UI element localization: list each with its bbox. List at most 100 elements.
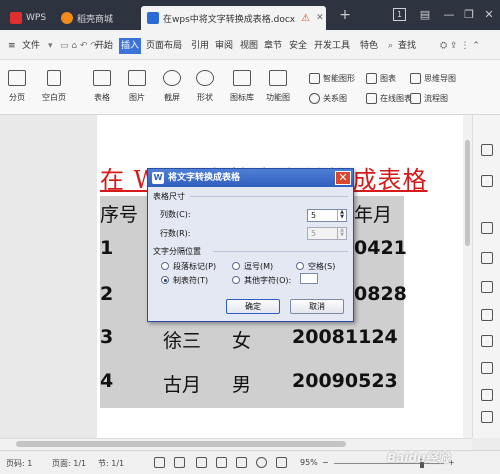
table-cell: 2 [100,283,114,305]
search-button[interactable]: 查找 [398,38,416,54]
table-cell: 男 [232,374,252,396]
radio-paragraph-label: 段落标记(P) [173,262,217,271]
tab-document[interactable]: 在wps中将文字转换成表格.docx ⚠ ✕ [141,6,326,30]
radio-comma[interactable] [232,262,240,270]
web-view-icon[interactable] [256,457,267,468]
menu-security[interactable]: 安全 [289,38,307,54]
radio-other[interactable] [232,276,240,284]
menu-developer[interactable]: 开发工具 [314,38,350,54]
other-char-input[interactable] [300,273,318,284]
smart-art-icon [309,73,320,84]
track-icon[interactable] [174,457,185,468]
share-icon[interactable] [481,309,493,321]
reading-view-icon[interactable] [236,457,247,468]
page-break-button[interactable]: 分页 [8,70,26,103]
fit-icon[interactable] [154,457,165,468]
table-cell: 古月 [163,374,202,396]
cancel-button[interactable]: 取消 [290,299,344,314]
restore-icon[interactable]: ❐ [462,8,476,22]
vertical-scroll-thumb[interactable] [465,140,470,246]
separator-group-label: 文字分隔位置 [153,247,201,256]
blank-page-button[interactable]: 空白页 [42,70,66,103]
export-icon[interactable] [481,335,493,347]
close-window-icon[interactable]: ✕ [482,8,496,22]
table-size-group-label: 表格尺寸 [153,192,185,201]
page-count-badge[interactable]: 1 [393,8,406,21]
menu-view[interactable]: 视图 [240,38,258,54]
menu-file-arrow-icon[interactable]: ▾ [48,38,53,54]
function-chart-button[interactable]: 功能图 [266,70,290,103]
menu-insert[interactable]: 插入 [119,38,142,54]
table-cell: 序号 [100,204,139,226]
table-cell: 1 [100,237,114,259]
radio-space-label: 空格(S) [308,262,336,271]
screenshot-button[interactable]: 截屏 [163,70,181,103]
chart-button[interactable]: 图表 [366,73,396,84]
online-chart-icon [366,93,377,104]
picture-icon [128,70,146,86]
zoom-level[interactable]: 95% [300,458,318,467]
smart-art-button[interactable]: 智能图形 [309,73,355,84]
dialog-title: 将文字转换成表格 [148,169,353,187]
shape-button[interactable]: 形状 [196,70,214,103]
radio-paragraph[interactable] [161,262,169,270]
new-tab-button[interactable]: + [338,8,352,22]
eye-icon[interactable] [276,457,287,468]
table-icon [93,70,111,86]
blank-page-icon [47,70,61,86]
dialog-close-button[interactable]: ✕ [335,171,351,185]
table-cell: 0828 [354,283,407,305]
menu-file[interactable]: 文件 [22,38,40,54]
radio-tab[interactable] [161,276,169,284]
radio-other-label: 其他字符(O): [244,276,292,285]
search-icon[interactable]: ⌕ [388,38,393,54]
tab-wps[interactable]: WPS [4,6,49,30]
status-section: 节: 1/1 [98,459,125,468]
minimize-icon[interactable]: — [442,8,456,22]
menu-bar: ≡ 文件 ▾ ▭ ⌂ ↶ ↷ ⌄ 开始 插入 页面布局 引用 审阅 视图 章节 … [0,30,500,60]
settings-icon[interactable] [481,222,493,234]
archive-icon[interactable] [481,362,493,374]
pen-icon[interactable] [481,144,493,156]
icon-library-button[interactable]: 图标库 [230,70,254,103]
right-sidebar [472,115,500,438]
stepper-arrows-icon[interactable]: ▲ ▼ [337,210,346,221]
watermark: Baidu经验 [387,451,450,465]
table-button[interactable]: 表格 [93,70,111,103]
page-view-icon[interactable] [196,457,207,468]
menu-chapter[interactable]: 章节 [264,38,282,54]
table-cell: 4 [100,370,114,392]
columns-label: 列数(C): [160,210,191,219]
radio-space[interactable] [296,262,304,270]
menu-references[interactable]: 引用 [191,38,209,54]
relation-chart-button[interactable]: 关系图 [309,93,347,104]
tab-daoke[interactable]: 稻壳商城 [55,6,135,30]
format-icon[interactable] [481,175,493,187]
horizontal-scroll-thumb[interactable] [16,441,346,447]
star-icon[interactable] [481,281,493,293]
window-menu-icon[interactable]: ▤ [418,8,432,22]
mind-map-button[interactable]: 思维导图 [410,73,456,84]
online-chart-button[interactable]: 在线图表 [366,93,412,104]
menu-special[interactable]: 特色 [360,38,378,54]
title-bar: WPS 稻壳商城 在wps中将文字转换成表格.docx ⚠ ✕ + 1 ▤ — … [0,0,500,30]
convert-text-to-table-dialog: 将文字转换成表格 W ✕ 表格尺寸 列数(C): 5 ▲ ▼ 行数(R): 5 ▲… [147,168,354,322]
menu-layout[interactable]: 页面布局 [146,38,182,54]
flowchart-button[interactable]: 流程图 [410,93,448,104]
table-view-icon[interactable] [481,411,493,423]
toolbar-extra-icons[interactable]: ⛭ ⇪ ⋮ ⌃ [440,38,480,54]
close-tab-icon[interactable]: ✕ [316,13,324,23]
ok-button[interactable]: 确定 [226,299,280,314]
warning-icon: ⚠ [301,12,311,24]
outline-view-icon[interactable] [216,457,227,468]
picture-button[interactable]: 图片 [128,70,146,103]
image-icon[interactable] [481,389,493,401]
menu-start[interactable]: 开始 [95,38,113,54]
zoom-out-icon[interactable]: − [322,458,329,467]
hamburger-icon[interactable]: ≡ [8,38,16,54]
menu-review[interactable]: 审阅 [215,38,233,54]
select-icon[interactable] [481,252,493,264]
wps-logo-icon [10,12,22,24]
columns-stepper[interactable]: 5 ▲ ▼ [307,209,347,222]
page-break-icon [8,70,26,86]
